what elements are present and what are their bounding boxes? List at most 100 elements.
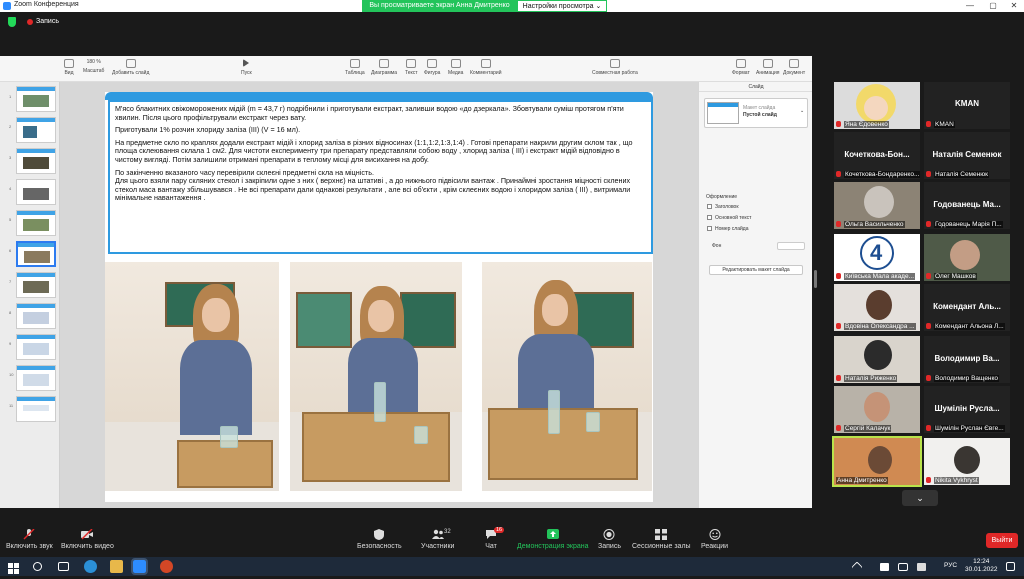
slide-thumb-2[interactable] [16, 117, 56, 143]
powerpoint-icon[interactable] [160, 560, 173, 573]
slide-thumb-7[interactable] [16, 272, 56, 298]
checkbox-body[interactable] [707, 215, 712, 220]
slide-thumb-5[interactable] [16, 210, 56, 236]
participant-tile[interactable]: Шумілін Русла... Шумілін Руслан Євге... [924, 386, 1010, 433]
edge-browser-icon[interactable] [84, 560, 97, 573]
toolbar-media[interactable]: Медиа [448, 59, 463, 76]
unmute-button[interactable]: Включить звук [6, 529, 53, 550]
search-icon[interactable] [33, 562, 42, 571]
slide-thumb-1[interactable] [16, 86, 56, 112]
layout-preview [707, 102, 739, 124]
participant-tile-active-speaker[interactable]: Анна Дмитренко [832, 436, 922, 487]
toolbar-chart[interactable]: Диаграмма [371, 59, 397, 76]
participant-tile[interactable]: KMAN KMAN [924, 82, 1010, 129]
participant-name: Годованець Марія П... [934, 221, 1003, 228]
mic-muted-icon [926, 273, 931, 279]
participant-tile[interactable]: 4 Київська Мала акаде... [834, 234, 920, 281]
toolbar-comment[interactable]: Комментарий [470, 59, 502, 76]
mic-muted-icon [926, 323, 931, 329]
participant-tile[interactable]: Яна Єдовенко [834, 82, 920, 129]
chevron-up-icon[interactable] [851, 561, 863, 573]
share-screen-button[interactable]: Демонстрация экрана [517, 529, 589, 550]
slide-thumb-4[interactable] [16, 179, 56, 205]
leave-meeting-button[interactable]: Выйти [986, 533, 1018, 548]
shield-icon [374, 529, 385, 540]
view-options-button[interactable]: Настройки просмотра ⌄ [517, 0, 607, 12]
checkbox-title[interactable] [707, 204, 712, 209]
edit-layout-button[interactable]: Редактировать макет слайда [709, 265, 803, 275]
slide-thumb-8[interactable] [16, 303, 56, 329]
slide-number: 2 [9, 124, 12, 129]
volume-icon[interactable] [917, 563, 926, 571]
recording-label: Запись [36, 18, 59, 25]
minimize-button[interactable]: — [960, 0, 980, 12]
chat-unread-badge: 16 [494, 527, 505, 533]
os-taskbar: РУС 12:24 30.01.2022 [0, 557, 1024, 576]
shield-icon[interactable] [8, 17, 16, 27]
slide-number: 9 [9, 341, 12, 346]
breakout-rooms-button[interactable]: Сессионные залы [632, 529, 691, 550]
gallery-resize-handle[interactable] [814, 270, 817, 288]
participant-tile[interactable]: Комендант Аль... Комендант Альона Л... [924, 284, 1010, 331]
toolbar-view[interactable]: Вид [64, 59, 74, 76]
slide-thumb-9[interactable] [16, 334, 56, 360]
background-color-well[interactable] [777, 242, 805, 250]
record-button[interactable]: Запись [598, 529, 621, 550]
current-slide[interactable]: М'ясо блакитних свіжоморожених мідій (m … [105, 92, 653, 502]
zoom-app-icon[interactable] [131, 558, 148, 575]
toolbar-collaborate[interactable]: Совместная работа [592, 59, 638, 76]
toolbar-text[interactable]: Текст [405, 59, 418, 76]
toolbar-play[interactable]: Пуск [241, 59, 252, 76]
toolbar-document[interactable]: Документ [783, 59, 805, 76]
mic-muted-icon [836, 323, 841, 329]
toolbar-shape[interactable]: Фигура [424, 59, 440, 76]
notifications-icon[interactable] [1006, 562, 1015, 571]
clock[interactable]: 12:24 30.01.2022 [965, 558, 998, 574]
slide-thumb-11[interactable] [16, 396, 56, 422]
chevron-down-icon: ⌄ [800, 108, 805, 114]
checkbox-slide-number[interactable] [707, 226, 712, 231]
window-titlebar: Zoom Конференция — ▢ ✕ Вы просматриваете… [0, 0, 1024, 12]
toolbar-add-slide[interactable]: Добавить слайд [112, 59, 149, 76]
toolbar-table[interactable]: Таблица [345, 59, 365, 76]
participant-tile[interactable]: Сергій Калачук [834, 386, 920, 433]
smiley-icon [709, 529, 721, 540]
toolbar-format[interactable]: Формат [732, 59, 750, 76]
slide-thumb-3[interactable] [16, 148, 56, 174]
format-tab-slide[interactable]: Слайд [699, 82, 812, 92]
windows-start-icon[interactable] [8, 561, 19, 574]
close-button[interactable]: ✕ [1004, 0, 1024, 12]
file-explorer-icon[interactable] [110, 560, 123, 573]
chevron-down-icon[interactable]: ⌄ [902, 490, 938, 506]
battery-icon[interactable] [898, 563, 908, 571]
participant-tile[interactable]: Вдовіна Олександра ... [834, 284, 920, 331]
mic-muted-icon [836, 425, 841, 431]
participant-tile[interactable]: Олег Машков [924, 234, 1010, 281]
toolbar-zoom[interactable]: 180 % Масштаб [83, 59, 104, 74]
video-off-icon [81, 529, 94, 540]
participant-tile[interactable]: Наталія Семенюк Наталія Семенюк [924, 132, 1010, 179]
reactions-button[interactable]: Реакции [701, 529, 728, 550]
slide-thumb-10[interactable] [16, 365, 56, 391]
participant-tile[interactable]: Nikita Vykhryst [924, 438, 1010, 485]
input-language[interactable]: РУС [944, 562, 957, 569]
mic-muted-icon [926, 425, 931, 431]
participant-name: Ольга Васильченко [844, 221, 905, 228]
slide-layout-selector[interactable]: Макет слайда Пустой слайд ⌄ [704, 98, 808, 128]
participant-tile[interactable]: Годованець Ма... Годованець Марія П... [924, 182, 1010, 229]
participant-tile[interactable]: Володимир Ва... Володимир Ващенко [924, 336, 1010, 383]
participant-tile[interactable]: Ольга Васильченко [834, 182, 920, 229]
security-button[interactable]: Безопасность [357, 529, 402, 550]
participant-tile[interactable]: Наталія Риженко [834, 336, 920, 383]
slide-thumb-6[interactable] [16, 241, 56, 267]
background-label: Фон [712, 243, 722, 249]
toolbar-animation[interactable]: Анимация [756, 59, 779, 76]
participant-tile[interactable]: Кочеткова-Бон... Кочеткова-Бондаренко... [834, 132, 920, 179]
task-view-icon[interactable] [58, 562, 69, 571]
mic-muted-icon [926, 375, 931, 381]
network-icon[interactable] [880, 563, 889, 571]
maximize-button[interactable]: ▢ [983, 0, 1003, 12]
slide-number: 6 [9, 248, 12, 253]
slide-textbox[interactable]: М'ясо блакитних свіжоморожених мідій (m … [108, 100, 653, 254]
start-video-button[interactable]: Включить видео [61, 529, 114, 550]
